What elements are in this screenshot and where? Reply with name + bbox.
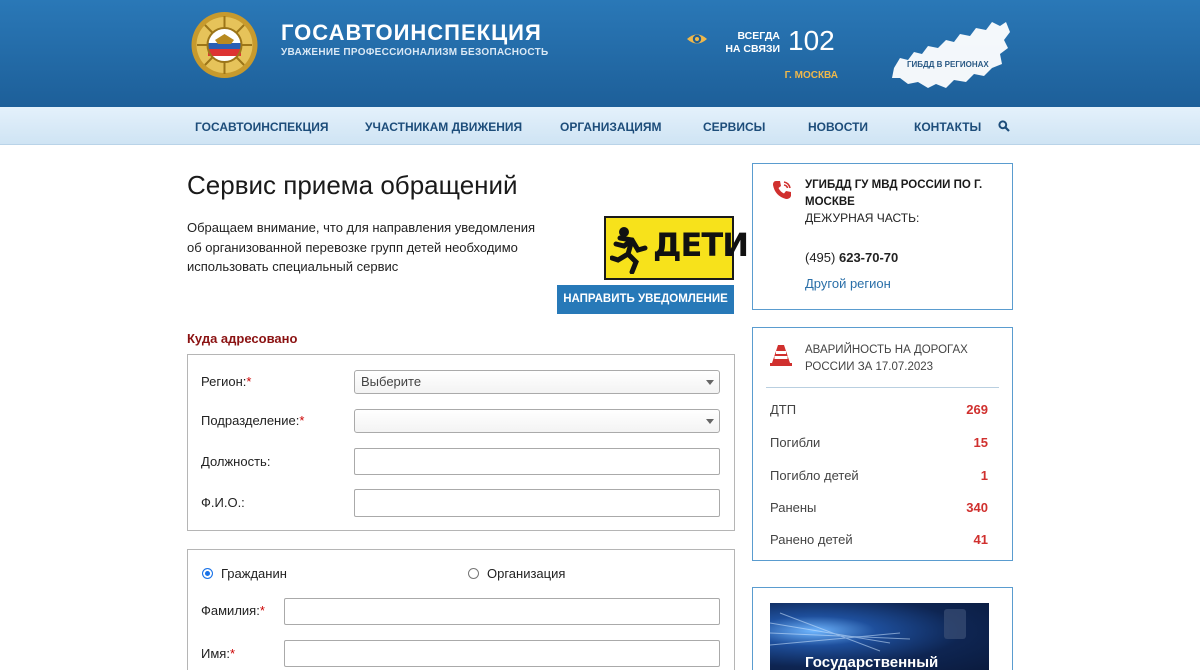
nav-item-services[interactable]: СЕРВИСЫ bbox=[703, 120, 765, 134]
surname-input[interactable] bbox=[284, 598, 720, 625]
brand-title[interactable]: ГОСАВТОИНСПЕКЦИЯ bbox=[281, 20, 542, 46]
name-input[interactable] bbox=[284, 640, 720, 667]
stat-label: ДТП bbox=[770, 402, 797, 417]
fio-input[interactable] bbox=[354, 489, 720, 517]
stat-row: Ранены 340 bbox=[770, 500, 988, 515]
stat-row: Погибли 15 bbox=[770, 435, 988, 450]
stat-label: Ранено детей bbox=[770, 532, 853, 547]
region-select[interactable]: Выберите bbox=[354, 370, 720, 394]
stat-label: Погибли bbox=[770, 435, 821, 450]
gibdd-emblem-logo[interactable] bbox=[187, 10, 262, 80]
accident-stats-title: АВАРИЙНОСТЬ НА ДОРОГАХ РОССИИ ЗА 17.07.2… bbox=[805, 344, 968, 373]
other-region-link[interactable]: Другой регион bbox=[805, 276, 891, 291]
required-mark: * bbox=[246, 374, 252, 389]
addressed-heading: Куда адресовано bbox=[187, 331, 298, 346]
required-mark: * bbox=[259, 603, 265, 618]
chevron-down-icon bbox=[706, 419, 714, 424]
running-children-icon bbox=[610, 227, 648, 274]
surname-label: Фамилия:* bbox=[201, 603, 265, 618]
always-line-1: ВСЕГДА bbox=[737, 30, 780, 42]
always-line-2: НА СВЯЗИ bbox=[725, 43, 780, 55]
promo-banner-text: Государственный bbox=[805, 654, 939, 670]
duty-phone[interactable]: (495) 623-70-70 bbox=[805, 250, 898, 265]
surname-label-text: Фамилия: bbox=[201, 603, 260, 618]
duty-phone-number: 623-70-70 bbox=[838, 250, 899, 265]
search-icon[interactable] bbox=[998, 120, 1010, 132]
gibdd-regions-label: ГИБДД В РЕГИОНАХ bbox=[907, 60, 989, 69]
department-name: УГИБДД ГУ МВД РОССИИ ПО Г. МОСКВЕ bbox=[805, 179, 983, 208]
region-label: Регион:* bbox=[201, 374, 251, 389]
nav-item-gosavtoinspekciya[interactable]: ГОСАВТОИНСПЕКЦИЯ bbox=[195, 120, 329, 134]
nav-item-contacts[interactable]: КОНТАКТЫ bbox=[914, 120, 981, 134]
brand-slogan: УВАЖЕНИЕ ПРОФЕССИОНАЛИЗМ БЕЗОПАСНОСТЬ bbox=[281, 47, 549, 58]
division-select[interactable] bbox=[354, 409, 720, 433]
eye-icon[interactable] bbox=[686, 29, 708, 49]
duty-label: ДЕЖУРНАЯ ЧАСТЬ: bbox=[805, 211, 920, 225]
stat-value: 340 bbox=[966, 500, 988, 515]
position-label: Должность: bbox=[201, 454, 271, 469]
chevron-down-icon bbox=[706, 380, 714, 385]
stat-row: Погибло детей 1 bbox=[770, 468, 988, 483]
name-label: Имя:* bbox=[201, 646, 235, 661]
division-label-text: Подразделение: bbox=[201, 413, 300, 428]
citizen-radio[interactable] bbox=[202, 568, 213, 579]
required-mark: * bbox=[299, 413, 305, 428]
name-label-text: Имя: bbox=[201, 646, 230, 661]
page: ГОСАВТОИНСПЕКЦИЯ УВАЖЕНИЕ ПРОФЕССИОНАЛИЗ… bbox=[0, 0, 1200, 670]
fio-label: Ф.И.О.: bbox=[201, 495, 245, 510]
required-mark: * bbox=[229, 646, 235, 661]
notice-text: Обращаем внимание, что для направления у… bbox=[187, 220, 536, 274]
organization-label[interactable]: Организация bbox=[487, 566, 565, 581]
stat-label: Ранены bbox=[770, 500, 817, 515]
stat-value: 269 bbox=[966, 402, 988, 417]
russia-map-icon[interactable] bbox=[888, 18, 1012, 91]
position-input[interactable] bbox=[354, 448, 720, 475]
deti-label: ДЕТИ bbox=[653, 226, 749, 264]
divider bbox=[766, 387, 999, 388]
region-label-text: Регион: bbox=[201, 374, 247, 389]
emergency-phone[interactable]: 102 bbox=[788, 25, 835, 57]
stat-row: Ранено детей 41 bbox=[770, 532, 988, 547]
city-label: Г. МОСКВА bbox=[784, 70, 838, 81]
stat-row: ДТП 269 bbox=[770, 402, 988, 417]
nav-item-traffic-participants[interactable]: УЧАСТНИКАМ ДВИЖЕНИЯ bbox=[365, 120, 522, 134]
division-label: Подразделение:* bbox=[201, 413, 304, 428]
nav-item-organizations[interactable]: ОРГАНИЗАЦИЯМ bbox=[560, 120, 662, 134]
send-notification-button[interactable]: НАПРАВИТЬ УВЕДОМЛЕНИЕ bbox=[557, 285, 734, 314]
organization-radio[interactable] bbox=[468, 568, 479, 579]
always-in-touch-label: ВСЕГДА НА СВЯЗИ bbox=[718, 30, 780, 56]
region-select-value: Выберите bbox=[361, 374, 422, 389]
stat-value: 1 bbox=[980, 468, 988, 483]
site-header bbox=[0, 0, 1200, 107]
citizen-label[interactable]: Гражданин bbox=[221, 566, 287, 581]
duty-phone-code: (495) bbox=[805, 250, 836, 265]
stat-label: Погибло детей bbox=[770, 468, 859, 483]
nav-item-news[interactable]: НОВОСТИ bbox=[808, 120, 868, 134]
page-title: Сервис приема обращений bbox=[187, 170, 518, 200]
phone-icon bbox=[773, 181, 791, 199]
stat-value: 41 bbox=[973, 532, 988, 547]
stat-value: 15 bbox=[973, 435, 988, 450]
traffic-cone-icon bbox=[770, 345, 792, 366]
